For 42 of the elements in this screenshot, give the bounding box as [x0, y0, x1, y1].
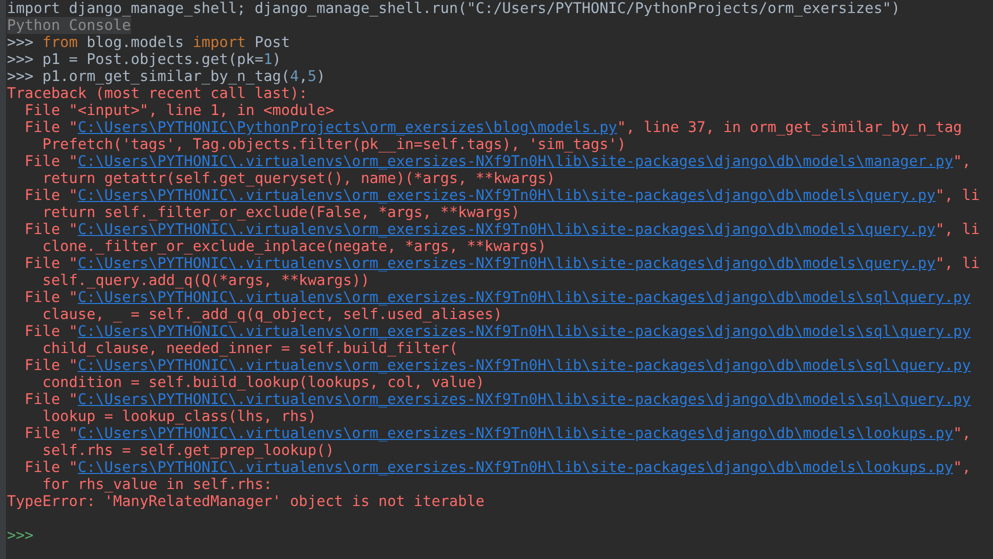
traceback-file-line: File "C:\Users\PYTHONIC\.virtualenvs\orm_exersizes-NXf9Tn0H\lib\site-packages\django\db\models\query.py", li: [24, 187, 980, 204]
traceback-file-line: File "C:\Users\PYTHONIC\.virtualenvs\orm_exersizes-NXf9Tn0H\lib\site-packages\django\db\models\sql\query.py: [24, 391, 972, 408]
traceback-file-line: File "C:\Users\PYTHONIC\.virtualenvs\orm_exersizes-NXf9Tn0H\lib\site-packages\django\db\models\lookups.py",: [24, 425, 972, 442]
traceback-line: self.rhs = self.get_prep_lookup(): [41, 442, 336, 459]
command-line: import django_manage_shell; django_manage_shell.run("C:/Users/PYTHONIC/PythonProjects/orm_exersizes"): [7, 0, 902, 17]
console-input-line: >>> from blog.models import Post: [7, 34, 291, 51]
traceback-file-line: File "C:\Users\PYTHONIC\.virtualenvs\orm_exersizes-NXf9Tn0H\lib\site-packages\django\db\models\lookups.py",: [24, 459, 972, 476]
error-message: Traceback (most recent call last):: [7, 85, 309, 102]
file-path-link[interactable]: C:\Users\PYTHONIC\.virtualenvs\orm_exersizes-NXf9Tn0H\lib\site-packages\django\db\models\sql\query.py: [78, 323, 971, 340]
traceback-file-line: File "C:\Users\PYTHONIC\.virtualenvs\orm_exersizes-NXf9Tn0H\lib\site-packages\django\db\models\query.py", li: [24, 255, 980, 272]
file-path-link[interactable]: C:\Users\PYTHONIC\.virtualenvs\orm_exersizes-NXf9Tn0H\lib\site-packages\django\db\models\query.py: [78, 187, 936, 204]
file-path-link[interactable]: C:\Users\PYTHONIC\.virtualenvs\orm_exersizes-NXf9Tn0H\lib\site-packages\django\db\models\sql\query.py: [78, 391, 971, 408]
console-input-line: >>> p1 = Post.objects.get(pk=1): [7, 51, 282, 68]
file-path-link[interactable]: C:\Users\PYTHONIC\.virtualenvs\orm_exersizes-NXf9Tn0H\lib\site-packages\django\db\models\lookups.py: [78, 459, 954, 476]
file-path-link[interactable]: C:\Users\PYTHONIC\.virtualenvs\orm_exersizes-NXf9Tn0H\lib\site-packages\django\db\models\lookups.py: [78, 425, 954, 442]
traceback-line: lookup = lookup_class(lhs, rhs): [41, 408, 318, 425]
input-prompt[interactable]: >>>: [7, 527, 34, 544]
error-message: TypeError: 'ManyRelatedManager' object is not iterable: [7, 493, 486, 510]
traceback-line: clause, _ = self._add_q(q_object, self.used_aliases): [41, 306, 504, 323]
console-input-line: >>> p1.orm_get_similar_by_n_tag(4,5): [7, 68, 326, 85]
traceback-file-line: File "C:\Users\PYTHONIC\.virtualenvs\orm_exersizes-NXf9Tn0H\lib\site-packages\django\db\models\sql\query.py: [24, 289, 972, 306]
traceback-line: for rhs_value in self.rhs:: [41, 476, 274, 493]
traceback-line: return getattr(self.get_queryset(), name)(*args, **kwargs): [41, 170, 556, 187]
file-path-link[interactable]: C:\Users\PYTHONIC\PythonProjects\orm_exersizes\blog\models.py: [78, 119, 618, 136]
traceback-line: Prefetch('tags', Tag.objects.filter(pk__in=self.tags), 'sim_tags'): [41, 136, 627, 153]
traceback-line: self._query.add_q(Q(*args, **kwargs)): [41, 272, 371, 289]
traceback-file-line: File "C:\Users\PYTHONIC\.virtualenvs\orm_exersizes-NXf9Tn0H\lib\site-packages\django\db\models\query.py", li: [24, 221, 980, 238]
console-title: Python Console: [7, 17, 131, 34]
traceback-file-line: File "C:\Users\PYTHONIC\.virtualenvs\orm_exersizes-NXf9Tn0H\lib\site-packages\django\db\models\sql\query.py: [24, 357, 972, 374]
file-path-link[interactable]: C:\Users\PYTHONIC\.virtualenvs\orm_exersizes-NXf9Tn0H\lib\site-packages\django\db\models\sql\query.py: [78, 289, 971, 306]
traceback-file-line: File "C:\Users\PYTHONIC\.virtualenvs\orm_exersizes-NXf9Tn0H\lib\site-packages\django\db\models\sql\query.py: [24, 323, 972, 340]
traceback-file-line: File "C:\Users\PYTHONIC\PythonProjects\orm_exersizes\blog\models.py", line 37, in orm_get_similar_by_n_tag: [24, 119, 964, 136]
traceback-line: File "<input>", line 1, in <module>: [24, 102, 336, 119]
file-path-link[interactable]: C:\Users\PYTHONIC\.virtualenvs\orm_exersizes-NXf9Tn0H\lib\site-packages\django\db\models\query.py: [78, 221, 936, 238]
traceback-file-line: File "C:\Users\PYTHONIC\.virtualenvs\orm_exersizes-NXf9Tn0H\lib\site-packages\django\db\models\manager.py",: [24, 153, 972, 170]
traceback-line: clone._filter_or_exclude_inplace(negate, *args, **kwargs): [41, 238, 548, 255]
file-path-link[interactable]: C:\Users\PYTHONIC\.virtualenvs\orm_exersizes-NXf9Tn0H\lib\site-packages\django\db\models\sql\query.py: [78, 357, 971, 374]
traceback-line: return self._filter_or_exclude(False, *args, **kwargs): [41, 204, 521, 221]
file-path-link[interactable]: C:\Users\PYTHONIC\.virtualenvs\orm_exersizes-NXf9Tn0H\lib\site-packages\django\db\models\query.py: [78, 255, 936, 272]
traceback-line: child_clause, needed_inner = self.build_filter(: [41, 340, 459, 357]
traceback-line: condition = self.build_lookup(lookups, col, value): [41, 374, 486, 391]
file-path-link[interactable]: C:\Users\PYTHONIC\.virtualenvs\orm_exersizes-NXf9Tn0H\lib\site-packages\django\db\models\manager.py: [78, 153, 954, 170]
